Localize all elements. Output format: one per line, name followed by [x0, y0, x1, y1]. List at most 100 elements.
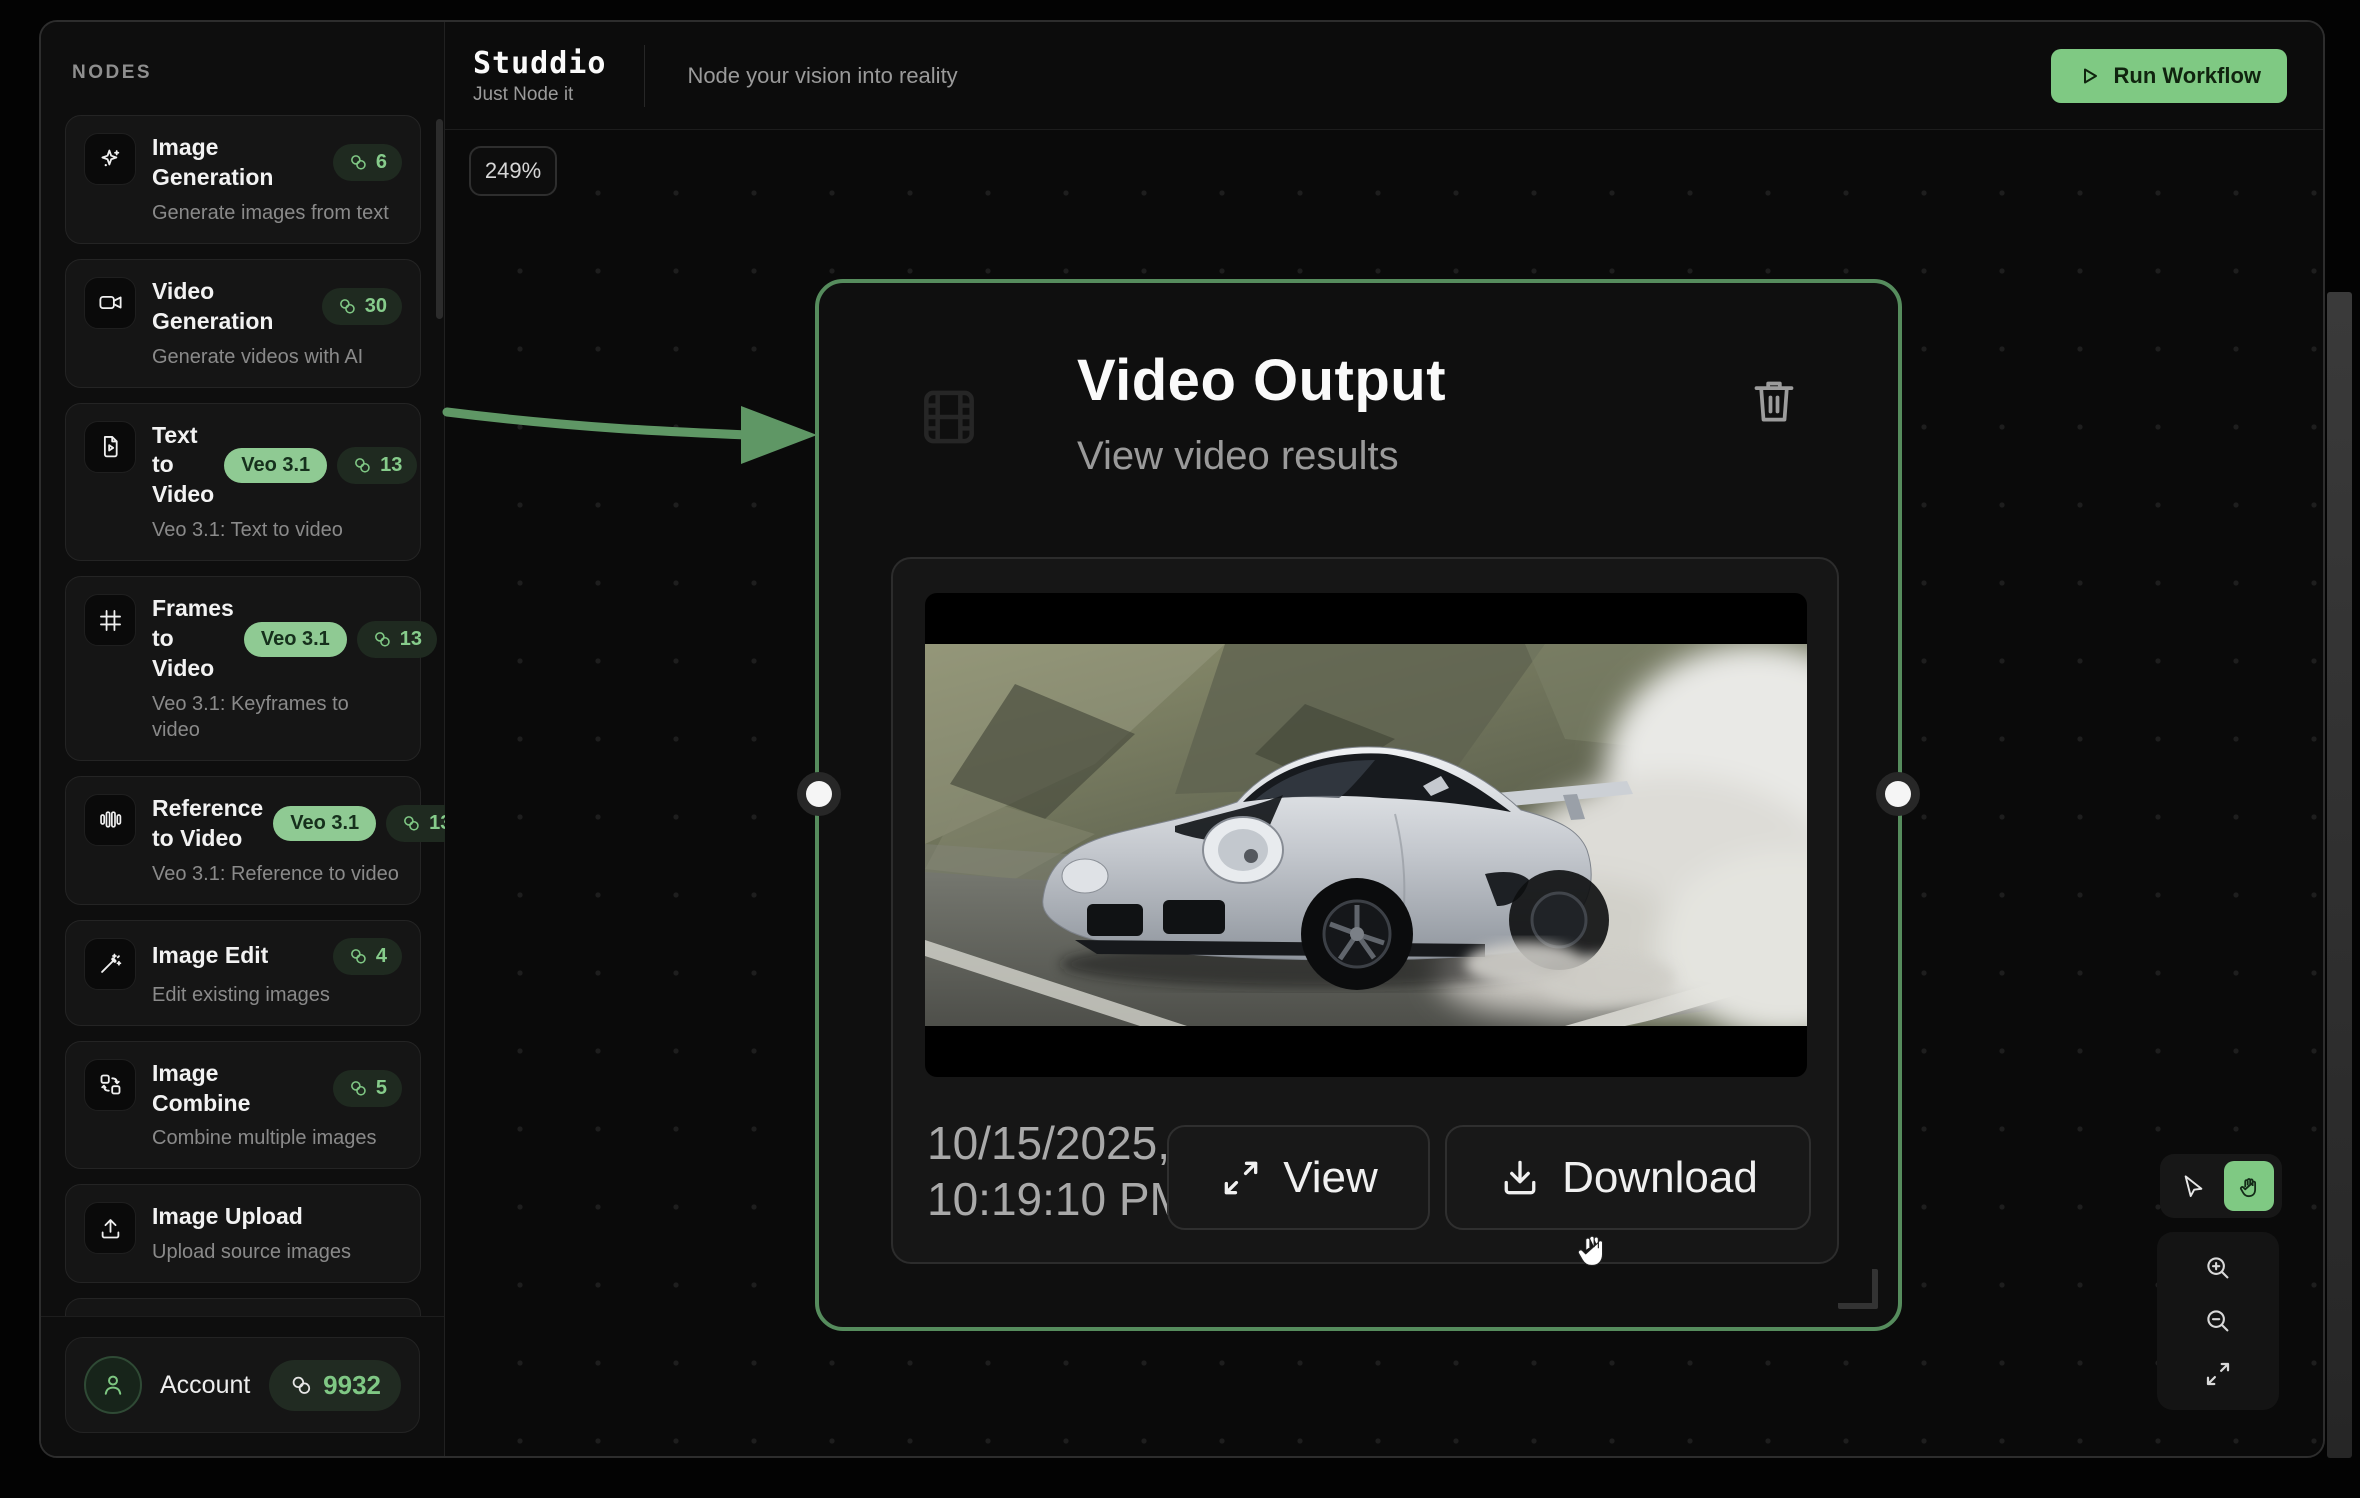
coins-icon	[350, 155, 366, 170]
model-badge: Veo 3.1	[224, 447, 328, 483]
coins-icon	[355, 457, 370, 473]
node-item-desc: Edit existing images	[152, 983, 330, 1006]
timestamp-date: 10/15/2025,	[927, 1117, 1171, 1169]
trash-icon	[1754, 381, 1794, 422]
fit-view-icon	[2206, 1362, 2230, 1385]
cursor-icon	[2184, 1174, 2202, 1197]
view-button[interactable]: View	[1167, 1125, 1430, 1230]
credit-badge: 6	[332, 144, 402, 182]
node-item-title: Image Combine	[152, 1059, 251, 1116]
download-icon	[1504, 1160, 1536, 1194]
reference-bars-icon	[84, 793, 136, 846]
video-scene	[925, 644, 1807, 1026]
account-credits-badge: 9932	[269, 1359, 401, 1411]
delete-node-button[interactable]	[1746, 371, 1802, 431]
node-item-title: Video Generation	[152, 277, 274, 334]
sidebar-node-item[interactable]: Video Generation 30 Generate videos with…	[65, 258, 421, 388]
credit-count: 13	[380, 453, 403, 476]
zoom-in-button[interactable]	[2193, 1245, 2243, 1291]
timestamp-time: 10:19:10 PM	[927, 1173, 1188, 1226]
coins-icon	[339, 299, 355, 314]
model-badge: Veo 3.1	[243, 621, 347, 657]
app-background: NODES Image Generation 6 Generate images…	[0, 0, 2360, 1498]
upload-icon	[84, 1202, 136, 1255]
node-item-title: Image Upload	[152, 1203, 303, 1230]
node-item-title: Image Edit	[152, 942, 269, 969]
zoom-out-button[interactable]	[2193, 1298, 2243, 1344]
credit-count: 6	[375, 151, 387, 174]
download-button[interactable]: Download	[1445, 1125, 1811, 1230]
tagline: Node your vision into reality	[687, 62, 958, 88]
coins-icon	[350, 948, 366, 964]
run-workflow-button[interactable]: Run Workflow	[2050, 48, 2287, 103]
credit-badge: 30	[321, 288, 402, 326]
node-item-desc: Veo 3.1: Reference to video	[152, 862, 399, 885]
fit-view-button[interactable]	[2193, 1351, 2243, 1397]
credit-badge: 13	[356, 620, 438, 658]
sidebar-node-item[interactable]: Image Output Display output images	[65, 1298, 421, 1316]
sidebar-node-item[interactable]: Image Combine 5 Combine multiple images	[65, 1040, 421, 1170]
cursor-tool-button[interactable]	[2168, 1161, 2218, 1211]
node-item-desc: Veo 3.1: Keyframes to video	[152, 692, 349, 741]
film-icon	[915, 383, 983, 451]
brand-block: Studdio Just Node it	[473, 46, 606, 106]
sparkles-icon	[84, 133, 136, 185]
nodes-sidebar: NODES Image Generation 6 Generate images…	[41, 22, 445, 1456]
zoom-out-icon	[2207, 1310, 2229, 1332]
video-output-node[interactable]: Video Output View video results 10/15/20…	[797, 279, 1920, 1331]
output-port[interactable]	[1876, 772, 1920, 816]
node-item-desc: Combine multiple images	[152, 1127, 377, 1150]
workflow-canvas[interactable]: 249% Video Output View video results 10/…	[442, 130, 2323, 1456]
run-workflow-label: Run Workflow	[2113, 62, 2261, 88]
sidebar-node-item[interactable]: Image Edit 4 Edit existing images	[65, 919, 421, 1026]
sidebar-node-item[interactable]: Reference to Video Veo 3.1 13 Veo 3.1: R…	[65, 775, 445, 905]
model-badge: Veo 3.1	[273, 806, 377, 842]
sidebar-node-item[interactable]: Text to Video Veo 3.1 13 Veo 3.1: Text t…	[65, 402, 421, 562]
node-item-title: Image Generation	[152, 134, 274, 190]
account-label: Account	[160, 1370, 251, 1399]
node-item-title: Text to Video	[152, 421, 215, 508]
video-thumbnail[interactable]	[925, 593, 1807, 1077]
app-title: Studdio	[473, 45, 607, 81]
node-item-desc: Veo 3.1: Text to video	[152, 519, 343, 542]
sidebar-scrollbar[interactable]	[436, 119, 443, 319]
video-camera-icon	[84, 276, 136, 329]
sidebar-header: NODES	[72, 62, 153, 83]
hand-tool-button[interactable]	[2224, 1161, 2274, 1211]
input-port[interactable]	[797, 772, 841, 816]
video-timestamp: 10/15/2025, 10:19:10 PM	[927, 1115, 1188, 1227]
video-result-panel: 10/15/2025, 10:19:10 PM View Download	[891, 557, 1839, 1264]
frames-icon	[84, 594, 136, 647]
node-item-desc: Generate videos with AI	[152, 345, 364, 368]
credit-count: 4	[375, 944, 387, 967]
account-card[interactable]: Account 9932	[65, 1337, 420, 1433]
node-item-desc: Upload source images	[152, 1241, 351, 1264]
coins-icon	[404, 816, 419, 831]
sidebar-node-item[interactable]: Image Generation 6 Generate images from …	[65, 115, 421, 244]
node-title: Video Output	[1077, 348, 1447, 413]
hand-icon	[2239, 1177, 2256, 1197]
node-item-title: Frames to Video	[152, 595, 234, 682]
node-title-block: Video Output View video results	[1077, 347, 1446, 479]
node-list: Image Generation 6 Generate images from …	[41, 115, 445, 1316]
view-button-label: View	[1283, 1152, 1378, 1202]
credit-count: 13	[399, 627, 423, 650]
resize-handle[interactable]	[1838, 1269, 1878, 1309]
play-icon	[2083, 68, 2097, 83]
sidebar-footer: Account 9932	[41, 1316, 444, 1456]
combine-icon	[84, 1058, 136, 1111]
connection-edge[interactable]	[442, 370, 835, 500]
account-credit-count: 9932	[323, 1369, 381, 1400]
sidebar-node-item[interactable]: Frames to Video Veo 3.1 13 Veo 3.1: Keyf…	[65, 576, 438, 761]
file-play-icon	[84, 420, 136, 473]
zoom-in-icon	[2207, 1257, 2229, 1279]
zoom-panel	[2157, 1232, 2279, 1410]
sidebar-node-item[interactable]: Image Upload Upload source images	[65, 1184, 421, 1284]
window-edge-scrollbar[interactable]	[2327, 292, 2352, 1458]
credit-badge: 13	[386, 805, 445, 843]
credit-count: 13	[429, 812, 445, 835]
person-icon	[84, 1356, 142, 1414]
node-subtitle: View video results	[1077, 434, 1399, 478]
zoom-level-badge[interactable]: 249%	[469, 146, 557, 196]
credit-badge: 13	[337, 446, 418, 484]
